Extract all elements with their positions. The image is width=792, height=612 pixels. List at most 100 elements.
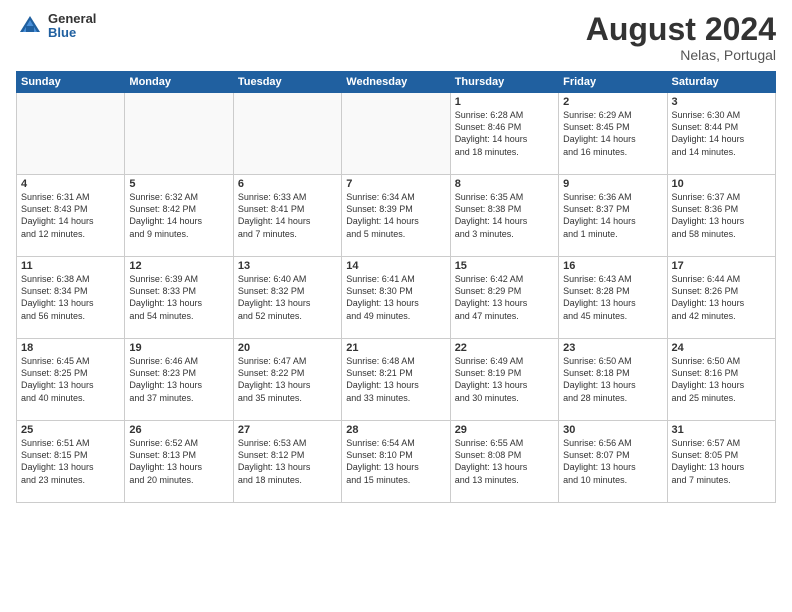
day-number: 12: [129, 260, 228, 272]
day-number: 18: [21, 342, 120, 354]
day-info: Sunrise: 6:35 AM Sunset: 8:38 PM Dayligh…: [455, 191, 554, 240]
col-tuesday: Tuesday: [233, 72, 341, 93]
table-row: 11Sunrise: 6:38 AM Sunset: 8:34 PM Dayli…: [17, 257, 125, 339]
table-row: 4Sunrise: 6:31 AM Sunset: 8:43 PM Daylig…: [17, 175, 125, 257]
col-saturday: Saturday: [667, 72, 775, 93]
header: General Blue August 2024 Nelas, Portugal: [16, 12, 776, 63]
table-row: 6Sunrise: 6:33 AM Sunset: 8:41 PM Daylig…: [233, 175, 341, 257]
day-number: 16: [563, 260, 662, 272]
table-row: 3Sunrise: 6:30 AM Sunset: 8:44 PM Daylig…: [667, 93, 775, 175]
col-wednesday: Wednesday: [342, 72, 450, 93]
day-info: Sunrise: 6:31 AM Sunset: 8:43 PM Dayligh…: [21, 191, 120, 240]
month-title: August 2024: [586, 12, 776, 47]
table-row: 1Sunrise: 6:28 AM Sunset: 8:46 PM Daylig…: [450, 93, 558, 175]
day-number: 6: [238, 178, 337, 190]
day-info: Sunrise: 6:41 AM Sunset: 8:30 PM Dayligh…: [346, 273, 445, 322]
table-row: 10Sunrise: 6:37 AM Sunset: 8:36 PM Dayli…: [667, 175, 775, 257]
table-row: 12Sunrise: 6:39 AM Sunset: 8:33 PM Dayli…: [125, 257, 233, 339]
day-info: Sunrise: 6:56 AM Sunset: 8:07 PM Dayligh…: [563, 437, 662, 486]
day-info: Sunrise: 6:57 AM Sunset: 8:05 PM Dayligh…: [672, 437, 771, 486]
calendar: Sunday Monday Tuesday Wednesday Thursday…: [16, 71, 776, 503]
day-info: Sunrise: 6:42 AM Sunset: 8:29 PM Dayligh…: [455, 273, 554, 322]
day-number: 10: [672, 178, 771, 190]
day-info: Sunrise: 6:47 AM Sunset: 8:22 PM Dayligh…: [238, 355, 337, 404]
col-thursday: Thursday: [450, 72, 558, 93]
day-number: 19: [129, 342, 228, 354]
table-row: 7Sunrise: 6:34 AM Sunset: 8:39 PM Daylig…: [342, 175, 450, 257]
table-row: 29Sunrise: 6:55 AM Sunset: 8:08 PM Dayli…: [450, 421, 558, 503]
day-number: 7: [346, 178, 445, 190]
day-number: 23: [563, 342, 662, 354]
table-row: [17, 93, 125, 175]
day-info: Sunrise: 6:32 AM Sunset: 8:42 PM Dayligh…: [129, 191, 228, 240]
day-number: 25: [21, 424, 120, 436]
table-row: 19Sunrise: 6:46 AM Sunset: 8:23 PM Dayli…: [125, 339, 233, 421]
table-row: 25Sunrise: 6:51 AM Sunset: 8:15 PM Dayli…: [17, 421, 125, 503]
logo-icon: [16, 12, 44, 40]
day-number: 3: [672, 96, 771, 108]
day-info: Sunrise: 6:51 AM Sunset: 8:15 PM Dayligh…: [21, 437, 120, 486]
table-row: 18Sunrise: 6:45 AM Sunset: 8:25 PM Dayli…: [17, 339, 125, 421]
day-number: 20: [238, 342, 337, 354]
logo-text: General Blue: [48, 12, 96, 41]
day-info: Sunrise: 6:39 AM Sunset: 8:33 PM Dayligh…: [129, 273, 228, 322]
day-info: Sunrise: 6:44 AM Sunset: 8:26 PM Dayligh…: [672, 273, 771, 322]
table-row: 16Sunrise: 6:43 AM Sunset: 8:28 PM Dayli…: [559, 257, 667, 339]
day-info: Sunrise: 6:45 AM Sunset: 8:25 PM Dayligh…: [21, 355, 120, 404]
day-number: 15: [455, 260, 554, 272]
day-info: Sunrise: 6:50 AM Sunset: 8:16 PM Dayligh…: [672, 355, 771, 404]
day-info: Sunrise: 6:36 AM Sunset: 8:37 PM Dayligh…: [563, 191, 662, 240]
day-number: 27: [238, 424, 337, 436]
table-row: 8Sunrise: 6:35 AM Sunset: 8:38 PM Daylig…: [450, 175, 558, 257]
col-sunday: Sunday: [17, 72, 125, 93]
table-row: [125, 93, 233, 175]
day-info: Sunrise: 6:38 AM Sunset: 8:34 PM Dayligh…: [21, 273, 120, 322]
logo-blue-text: Blue: [48, 26, 96, 40]
table-row: 21Sunrise: 6:48 AM Sunset: 8:21 PM Dayli…: [342, 339, 450, 421]
day-number: 9: [563, 178, 662, 190]
day-number: 5: [129, 178, 228, 190]
day-number: 2: [563, 96, 662, 108]
day-info: Sunrise: 6:49 AM Sunset: 8:19 PM Dayligh…: [455, 355, 554, 404]
day-number: 24: [672, 342, 771, 354]
table-row: 31Sunrise: 6:57 AM Sunset: 8:05 PM Dayli…: [667, 421, 775, 503]
table-row: [233, 93, 341, 175]
title-block: August 2024 Nelas, Portugal: [586, 12, 776, 63]
day-number: 28: [346, 424, 445, 436]
calendar-week-row: 25Sunrise: 6:51 AM Sunset: 8:15 PM Dayli…: [17, 421, 776, 503]
table-row: 30Sunrise: 6:56 AM Sunset: 8:07 PM Dayli…: [559, 421, 667, 503]
day-info: Sunrise: 6:50 AM Sunset: 8:18 PM Dayligh…: [563, 355, 662, 404]
day-number: 14: [346, 260, 445, 272]
table-row: 17Sunrise: 6:44 AM Sunset: 8:26 PM Dayli…: [667, 257, 775, 339]
day-number: 29: [455, 424, 554, 436]
day-info: Sunrise: 6:46 AM Sunset: 8:23 PM Dayligh…: [129, 355, 228, 404]
day-info: Sunrise: 6:55 AM Sunset: 8:08 PM Dayligh…: [455, 437, 554, 486]
calendar-week-row: 4Sunrise: 6:31 AM Sunset: 8:43 PM Daylig…: [17, 175, 776, 257]
day-info: Sunrise: 6:40 AM Sunset: 8:32 PM Dayligh…: [238, 273, 337, 322]
day-number: 17: [672, 260, 771, 272]
col-monday: Monday: [125, 72, 233, 93]
day-number: 31: [672, 424, 771, 436]
day-number: 30: [563, 424, 662, 436]
day-number: 13: [238, 260, 337, 272]
calendar-header-row: Sunday Monday Tuesday Wednesday Thursday…: [17, 72, 776, 93]
table-row: 14Sunrise: 6:41 AM Sunset: 8:30 PM Dayli…: [342, 257, 450, 339]
day-info: Sunrise: 6:43 AM Sunset: 8:28 PM Dayligh…: [563, 273, 662, 322]
col-friday: Friday: [559, 72, 667, 93]
calendar-week-row: 1Sunrise: 6:28 AM Sunset: 8:46 PM Daylig…: [17, 93, 776, 175]
location: Nelas, Portugal: [586, 47, 776, 63]
day-number: 21: [346, 342, 445, 354]
day-info: Sunrise: 6:33 AM Sunset: 8:41 PM Dayligh…: [238, 191, 337, 240]
table-row: 24Sunrise: 6:50 AM Sunset: 8:16 PM Dayli…: [667, 339, 775, 421]
day-info: Sunrise: 6:28 AM Sunset: 8:46 PM Dayligh…: [455, 109, 554, 158]
day-info: Sunrise: 6:34 AM Sunset: 8:39 PM Dayligh…: [346, 191, 445, 240]
calendar-week-row: 18Sunrise: 6:45 AM Sunset: 8:25 PM Dayli…: [17, 339, 776, 421]
table-row: [342, 93, 450, 175]
calendar-week-row: 11Sunrise: 6:38 AM Sunset: 8:34 PM Dayli…: [17, 257, 776, 339]
day-info: Sunrise: 6:53 AM Sunset: 8:12 PM Dayligh…: [238, 437, 337, 486]
table-row: 13Sunrise: 6:40 AM Sunset: 8:32 PM Dayli…: [233, 257, 341, 339]
table-row: 20Sunrise: 6:47 AM Sunset: 8:22 PM Dayli…: [233, 339, 341, 421]
day-info: Sunrise: 6:37 AM Sunset: 8:36 PM Dayligh…: [672, 191, 771, 240]
day-number: 1: [455, 96, 554, 108]
table-row: 9Sunrise: 6:36 AM Sunset: 8:37 PM Daylig…: [559, 175, 667, 257]
